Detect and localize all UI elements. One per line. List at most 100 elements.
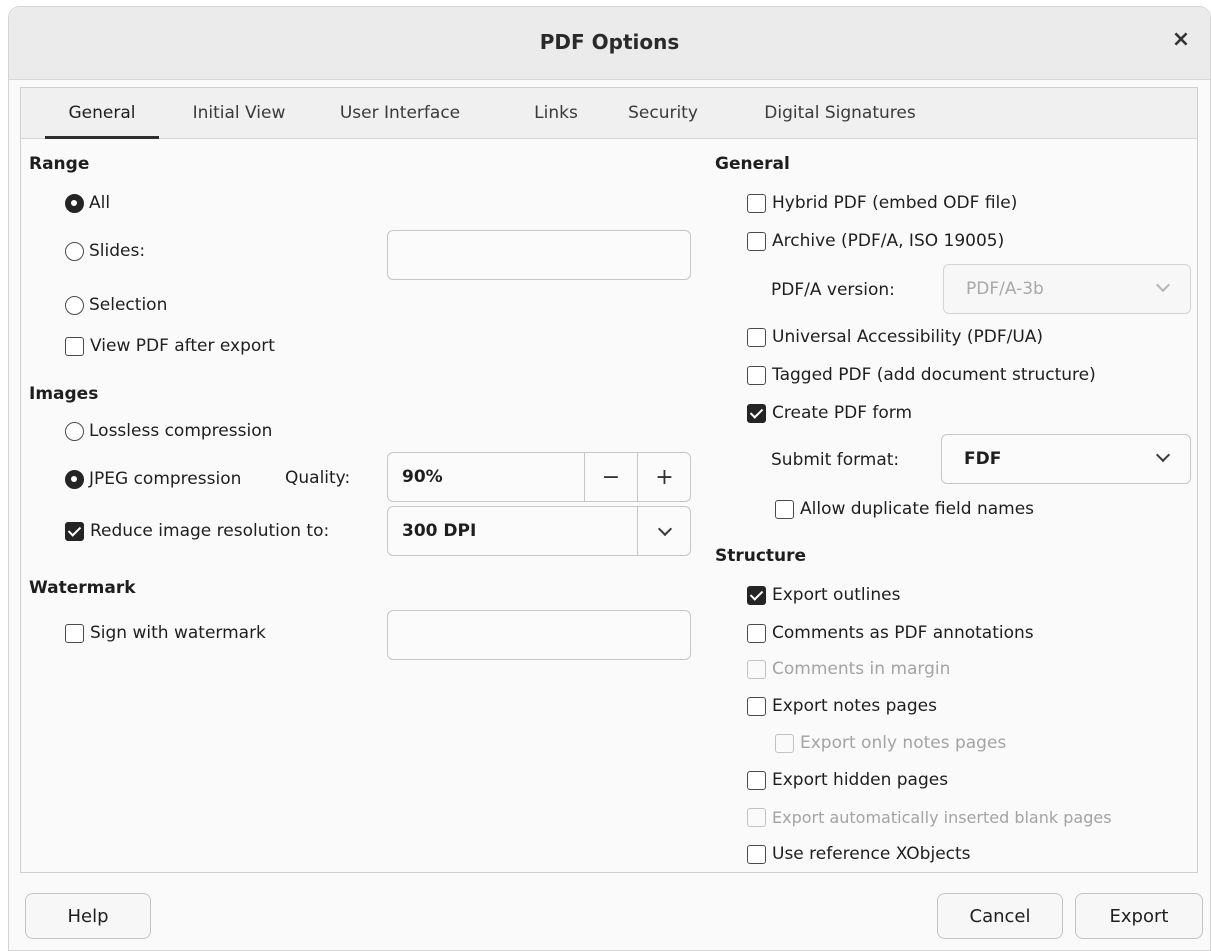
reduce-resolution-checkbox[interactable]: Reduce image resolution to: [65,518,329,544]
reduce-resolution-label: Reduce image resolution to: [90,521,330,541]
only-notes-label: Export only notes pages [800,733,1007,753]
checkbox-checked-icon [747,585,766,605]
tab-user-interface[interactable]: User Interface [321,88,479,138]
submit-format-value: FDF [964,449,1002,469]
tab-general[interactable]: General [45,88,159,139]
chevron-down-icon [657,521,672,536]
checkbox-icon [747,193,766,213]
pdfa-version-value: PDF/A-3b [966,279,1044,299]
checkbox-icon [747,327,766,347]
export-only-notes-pages-checkbox[interactable]: Export only notes pages [775,730,1006,756]
checkbox-icon [65,336,84,356]
resolution-dropdown-button[interactable] [637,507,691,555]
quality-spinbutton[interactable]: 90% − + [387,452,691,502]
create-pdf-form-checkbox[interactable]: Create PDF form [747,400,912,426]
pdfa-version-combobox[interactable]: PDF/A-3b [943,264,1191,314]
dialog-title: PDF Options [539,30,680,54]
submit-format-label: Submit format: [771,450,900,470]
range-selection-radio[interactable]: Selection [65,292,167,318]
tagged-pdf-label: Tagged PDF (add document structure) [772,365,1096,385]
export-notes-pages-checkbox[interactable]: Export notes pages [747,693,937,719]
images-heading: Images [29,384,99,404]
radio-selected-icon [65,193,84,213]
submit-format-combobox[interactable]: FDF [941,434,1191,484]
export-outlines-checkbox[interactable]: Export outlines [747,582,900,608]
sign-watermark-label: Sign with watermark [90,623,266,643]
range-all-label: All [89,193,111,213]
checkbox-disabled-icon [747,659,766,679]
tab-notebook: General Initial View User Interface Link… [20,87,1198,873]
radio-icon [65,421,84,441]
submit-format-dropdown-button[interactable] [1155,447,1171,463]
tab-links[interactable]: Links [521,88,591,138]
decrease-button[interactable]: − [584,453,637,501]
slides-input[interactable] [387,230,691,280]
range-selection-label: Selection [89,295,168,315]
archive-label: Archive (PDF/A, ISO 19005) [772,231,1005,251]
checkbox-icon [747,623,766,643]
allow-duplicate-label: Allow duplicate field names [800,499,1035,519]
jpeg-label: JPEG compression [89,469,242,489]
range-heading: Range [29,154,90,174]
checkbox-icon [747,844,766,864]
structure-heading: Structure [715,546,807,566]
export-button[interactable]: Export [1075,893,1203,939]
resolution-value: 300 DPI [402,521,477,541]
blank-pages-label: Export automatically inserted blank page… [772,807,1112,827]
view-pdf-label: View PDF after export [90,336,275,356]
comments-pdf-label: Comments as PDF annotations [772,623,1034,643]
checkbox-icon [747,770,766,790]
help-button[interactable]: Help [25,893,151,939]
comments-margin-label: Comments in margin [772,659,951,679]
chevron-down-icon [1155,447,1171,463]
checkbox-icon [65,623,84,643]
checkbox-icon [747,231,766,251]
checkbox-icon [747,696,766,716]
tab-digital-signatures[interactable]: Digital Signatures [745,88,935,138]
sign-with-watermark-checkbox[interactable]: Sign with watermark [65,620,266,646]
radio-selected-icon [65,469,84,489]
quality-value: 90% [402,467,443,487]
pdfa-version-label: PDF/A version: [771,280,895,300]
lossless-label: Lossless compression [89,421,273,441]
notes-pages-label: Export notes pages [772,696,937,716]
archive-pdfa-checkbox[interactable]: Archive (PDF/A, ISO 19005) [747,228,1004,254]
comments-as-pdf-annotations-checkbox[interactable]: Comments as PDF annotations [747,620,1034,646]
comments-in-margin-checkbox[interactable]: Comments in margin [747,656,950,682]
quality-label: Quality: [285,468,351,488]
universal-accessibility-checkbox[interactable]: Universal Accessibility (PDF/UA) [747,324,1043,350]
jpeg-compression-radio[interactable]: JPEG compression [65,466,241,492]
accessibility-label: Universal Accessibility (PDF/UA) [772,327,1044,347]
xobjects-label: Use reference XObjects [772,844,971,864]
lossless-compression-radio[interactable]: Lossless compression [65,418,272,444]
tab-bar: General Initial View User Interface Link… [21,88,1197,139]
increase-button[interactable]: + [637,453,691,501]
general-heading: General [715,154,790,174]
tagged-pdf-checkbox[interactable]: Tagged PDF (add document structure) [747,362,1096,388]
pdfa-dropdown-button[interactable] [1155,277,1171,293]
tab-initial-view[interactable]: Initial View [179,88,299,138]
allow-duplicate-field-names-checkbox[interactable]: Allow duplicate field names [775,496,1034,522]
use-reference-xobjects-checkbox[interactable]: Use reference XObjects [747,841,971,867]
range-slides-label: Slides: [89,241,146,261]
radio-icon [65,241,84,261]
checkbox-disabled-icon [747,807,766,827]
tab-security[interactable]: Security [615,88,711,138]
radio-icon [65,295,84,315]
export-outlines-label: Export outlines [772,585,901,605]
checkbox-checked-icon [747,403,766,423]
view-pdf-after-export-checkbox[interactable]: View PDF after export [65,333,275,359]
hybrid-pdf-checkbox[interactable]: Hybrid PDF (embed ODF file) [747,190,1017,216]
checkbox-icon [747,365,766,385]
resolution-combobox[interactable]: 300 DPI [387,506,691,556]
export-hidden-pages-checkbox[interactable]: Export hidden pages [747,767,948,793]
watermark-input[interactable] [387,610,691,660]
title-bar: PDF Options × [9,7,1210,80]
range-slides-radio[interactable]: Slides: [65,238,145,264]
cancel-button[interactable]: Cancel [937,893,1063,939]
close-icon[interactable]: × [1166,25,1196,55]
hybrid-pdf-label: Hybrid PDF (embed ODF file) [772,193,1018,213]
export-blank-pages-checkbox[interactable]: Export automatically inserted blank page… [747,804,1112,830]
watermark-heading: Watermark [29,578,136,598]
range-all-radio[interactable]: All [65,190,110,216]
